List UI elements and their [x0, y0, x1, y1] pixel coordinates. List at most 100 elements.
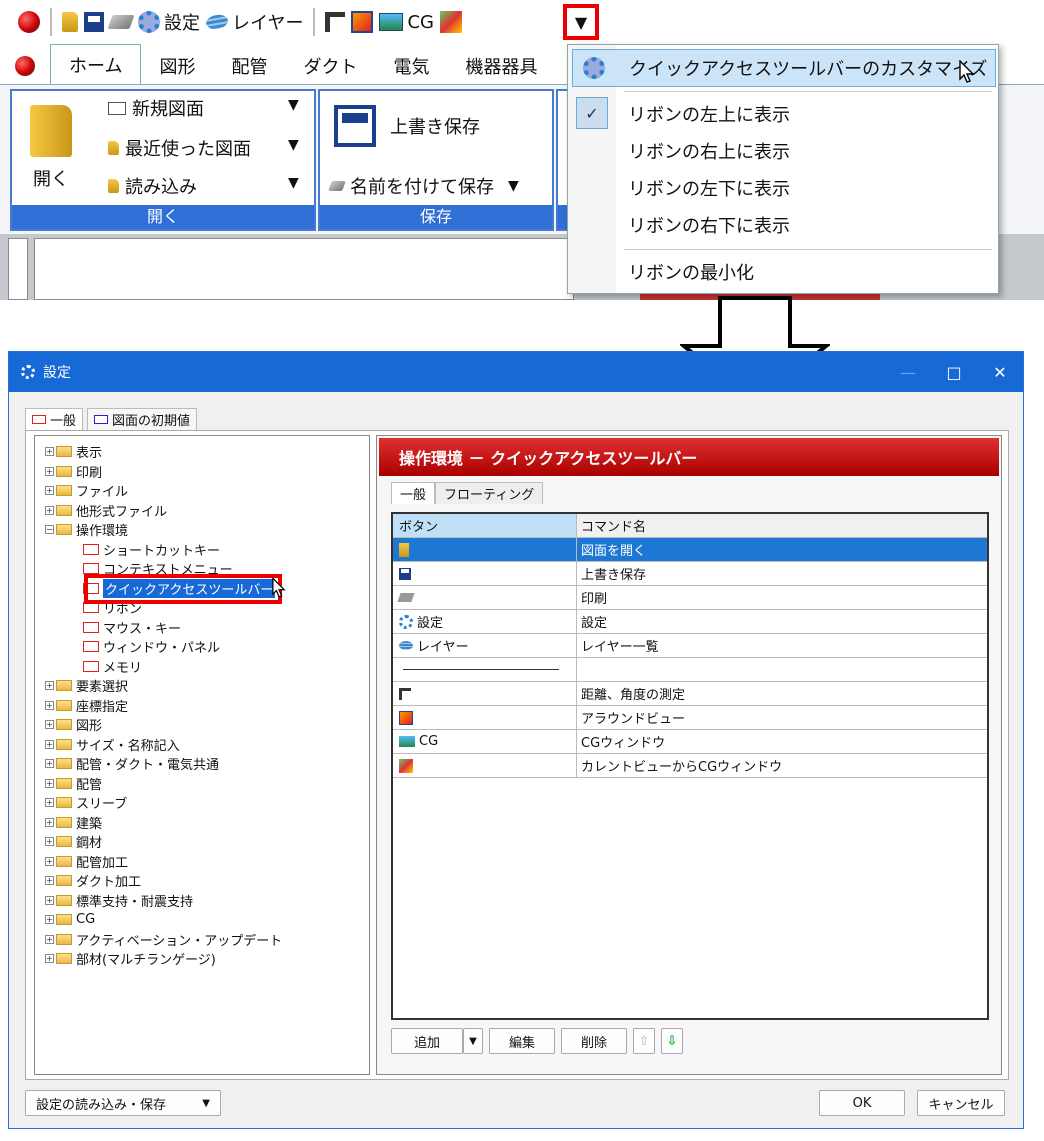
- save-as-button[interactable]: 名前を付けて保存 ▼: [328, 173, 519, 199]
- tab-general[interactable]: 一般: [25, 408, 84, 430]
- expander-icon[interactable]: +: [45, 681, 54, 691]
- menu-item-customize[interactable]: クイックアクセスツールバーのカスタマイズ: [572, 49, 996, 87]
- maximize-button[interactable]: □: [931, 352, 977, 392]
- expander-icon[interactable]: +: [45, 739, 54, 749]
- tree-item[interactable]: + アクティベーション・アップデート: [35, 930, 369, 950]
- current-view-cg-icon[interactable]: [440, 11, 462, 33]
- tree-item[interactable]: + 他形式ファイル: [35, 501, 369, 521]
- expander-icon[interactable]: +: [45, 486, 54, 496]
- table-row[interactable]: CG CGウィンドウ: [393, 730, 987, 754]
- qat-settings-button[interactable]: 設定: [138, 9, 200, 35]
- tree-item[interactable]: + サイズ・名称記入: [35, 735, 369, 755]
- expander-icon[interactable]: +: [45, 466, 54, 476]
- overwrite-save-button[interactable]: 上書き保存: [334, 105, 480, 147]
- tab-shape[interactable]: 図形: [141, 48, 213, 84]
- tree-item[interactable]: + 表示: [35, 442, 369, 462]
- recent-drawings-button[interactable]: 最近使った図面: [108, 135, 251, 161]
- expander-icon[interactable]: +: [45, 837, 54, 847]
- table-row[interactable]: 上書き保存: [393, 562, 987, 586]
- tree-item[interactable]: + ファイル: [35, 481, 369, 501]
- table-row[interactable]: 図面を開く: [393, 538, 987, 562]
- tree-item[interactable]: ショートカットキー: [35, 540, 369, 560]
- drawing-canvas[interactable]: [34, 238, 574, 300]
- expander-icon[interactable]: +: [45, 798, 54, 808]
- folder-open-icon[interactable]: [62, 12, 78, 32]
- delete-button[interactable]: 削除: [561, 1028, 627, 1054]
- tree-item[interactable]: + ダクト加工: [35, 871, 369, 891]
- header-button[interactable]: ボタン: [393, 514, 577, 537]
- tab-piping[interactable]: 配管: [213, 48, 285, 84]
- table-row[interactable]: [393, 658, 987, 682]
- save-icon[interactable]: [84, 12, 104, 32]
- edit-button[interactable]: 編集: [489, 1028, 555, 1054]
- expander-icon[interactable]: +: [45, 700, 54, 710]
- dialog-titlebar[interactable]: 設定 — □ ✕: [9, 352, 1023, 392]
- side-panel-tab[interactable]: [8, 238, 28, 300]
- tree-item[interactable]: + 配管: [35, 774, 369, 794]
- expander-icon[interactable]: −: [45, 525, 54, 535]
- app-logo-icon[interactable]: [18, 11, 40, 33]
- table-row[interactable]: 距離、角度の測定: [393, 682, 987, 706]
- load-save-settings-button[interactable]: 設定の読み込み・保存 ▼: [25, 1090, 221, 1116]
- table-row[interactable]: 設定 設定: [393, 610, 987, 634]
- new-drawing-dropdown[interactable]: ▼: [288, 97, 299, 113]
- expander-icon[interactable]: +: [45, 934, 54, 944]
- tree-item[interactable]: + 要素選択: [35, 676, 369, 696]
- table-row[interactable]: 印刷: [393, 586, 987, 610]
- expander-icon[interactable]: +: [45, 505, 54, 515]
- import-dropdown[interactable]: ▼: [288, 175, 299, 191]
- tab-panel-general[interactable]: 一般: [391, 482, 436, 504]
- expander-icon[interactable]: +: [45, 720, 54, 730]
- table-row[interactable]: カレントビューからCGウィンドウ: [393, 754, 987, 778]
- table-row[interactable]: アラウンドビュー: [393, 706, 987, 730]
- tree-item[interactable]: + 鋼材: [35, 832, 369, 852]
- recent-drawings-dropdown[interactable]: ▼: [288, 137, 299, 153]
- expander-icon[interactable]: +: [45, 447, 54, 457]
- tab-drawing-defaults[interactable]: 図面の初期値: [87, 408, 198, 430]
- qat-layer-button[interactable]: レイヤー: [204, 9, 303, 35]
- expander-icon[interactable]: +: [45, 759, 54, 769]
- tab-duct[interactable]: ダクト: [285, 48, 375, 84]
- minimize-button[interactable]: —: [885, 352, 931, 392]
- tree-item[interactable]: メモリ: [35, 657, 369, 677]
- cancel-button[interactable]: キャンセル: [917, 1090, 1005, 1116]
- tree-item[interactable]: + 座標指定: [35, 696, 369, 716]
- tree-item[interactable]: ウィンドウ・パネル: [35, 637, 369, 657]
- tree-item[interactable]: + スリーブ: [35, 793, 369, 813]
- tab-equipment[interactable]: 機器器具: [447, 48, 555, 84]
- ok-button[interactable]: OK: [819, 1090, 905, 1116]
- settings-tree[interactable]: + 表示 + 印刷 + ファイル + 他形式ファイル − 操作環境 ショートカットキー コンテキストメ…: [34, 435, 370, 1075]
- tree-item[interactable]: + 印刷: [35, 462, 369, 482]
- tree-item[interactable]: + CG: [35, 910, 369, 930]
- expander-icon[interactable]: +: [45, 876, 54, 886]
- tree-item[interactable]: + 標準支持・耐震支持: [35, 891, 369, 911]
- table-row[interactable]: レイヤー レイヤー一覧: [393, 634, 987, 658]
- qat-cg-button[interactable]: CG: [379, 12, 434, 33]
- add-button[interactable]: 追加: [391, 1028, 463, 1054]
- menu-item-bottom-right[interactable]: リボンの右下に表示: [568, 206, 998, 244]
- new-drawing-button[interactable]: 新規図面: [108, 95, 204, 121]
- tab-electric[interactable]: 電気: [375, 48, 447, 84]
- expander-icon[interactable]: +: [45, 856, 54, 866]
- header-command[interactable]: コマンド名: [577, 514, 987, 537]
- tree-item[interactable]: + 建築: [35, 813, 369, 833]
- menu-item-bottom-left[interactable]: リボンの左下に表示: [568, 169, 998, 207]
- expander-icon[interactable]: +: [45, 915, 54, 925]
- move-down-button[interactable]: ⇩: [661, 1028, 683, 1054]
- add-dropdown-button[interactable]: ▼: [463, 1028, 483, 1054]
- menu-item-top-right[interactable]: リボンの右上に表示: [568, 132, 998, 170]
- open-big-button[interactable]: 開く: [30, 105, 72, 191]
- expander-icon[interactable]: +: [45, 954, 54, 964]
- file-menu-button[interactable]: [0, 48, 50, 84]
- close-button[interactable]: ✕: [977, 352, 1023, 392]
- tree-item[interactable]: + 部材(マルチランゲージ): [35, 949, 369, 969]
- menu-item-top-left[interactable]: リボンの左上に表示: [568, 95, 998, 133]
- tree-item[interactable]: + 配管・ダクト・電気共通: [35, 754, 369, 774]
- tab-home[interactable]: ホーム: [50, 44, 142, 84]
- tab-panel-floating[interactable]: フローティング: [435, 482, 544, 504]
- expander-icon[interactable]: +: [45, 895, 54, 905]
- import-button[interactable]: 読み込み: [108, 173, 197, 199]
- move-up-button[interactable]: ⇧: [633, 1028, 655, 1054]
- qat-customize-dropdown[interactable]: ▼: [563, 4, 599, 40]
- tree-item[interactable]: + 配管加工: [35, 852, 369, 872]
